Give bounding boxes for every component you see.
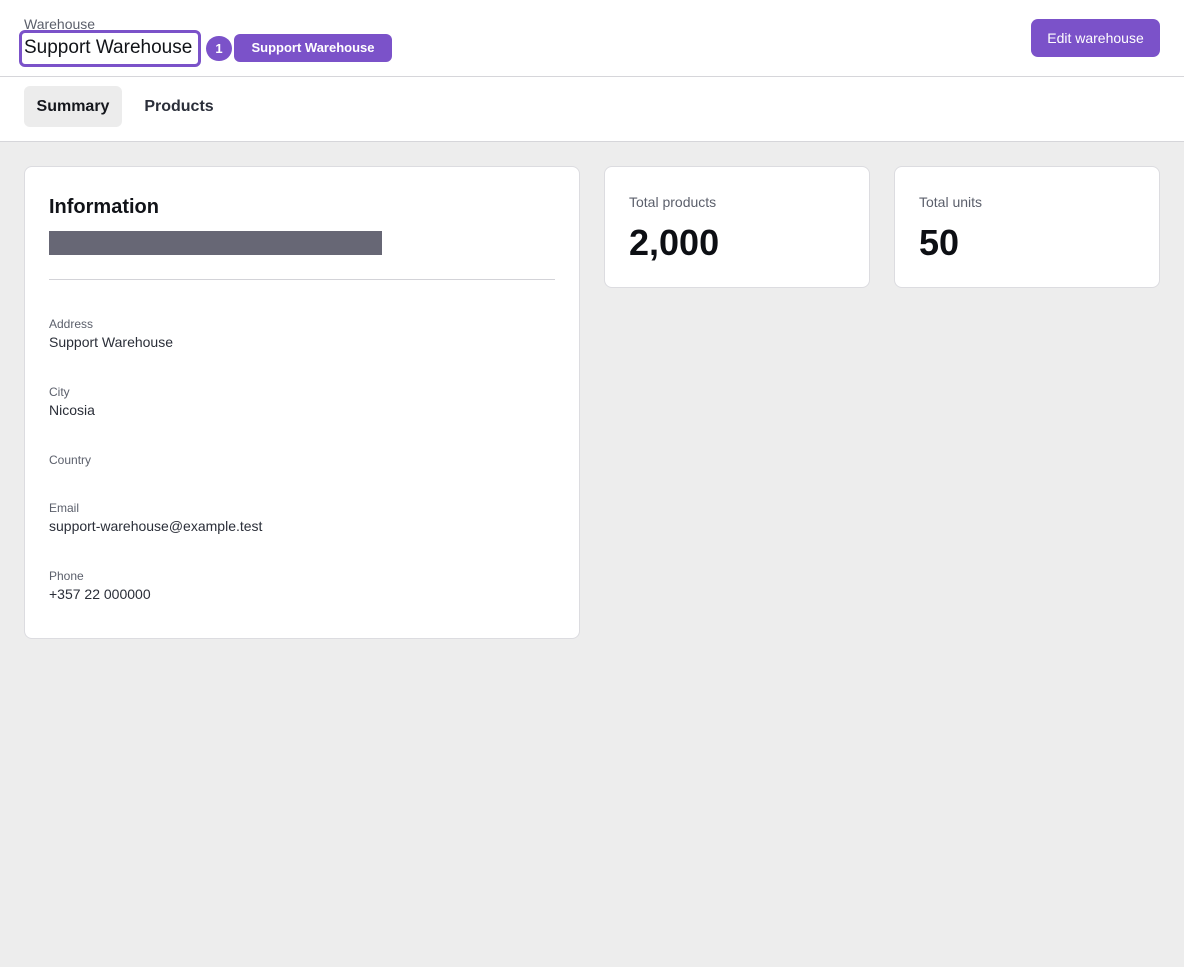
total-units-label: Total units	[919, 194, 983, 210]
redacted-block	[49, 231, 382, 255]
page-header: Warehouse Support Warehouse 1 Support Wa…	[0, 0, 1184, 77]
address-label: Address	[49, 317, 94, 331]
total-products-label: Total products	[629, 194, 717, 210]
warehouse-name-tag: Support Warehouse	[234, 34, 392, 62]
total-products-card: Total products 2,000	[604, 166, 870, 288]
city-label: City	[49, 385, 70, 399]
phone-label: Phone	[49, 569, 84, 583]
email-label: Email	[49, 501, 80, 515]
edit-warehouse-button[interactable]: Edit warehouse	[1031, 19, 1160, 57]
page-title: Support Warehouse	[24, 37, 193, 58]
information-title: Information	[49, 196, 159, 218]
phone-value: +357 22 000000	[49, 586, 151, 602]
city-value: Nicosia	[49, 402, 95, 418]
total-products-value: 2,000	[629, 222, 720, 263]
total-units-value: 50	[919, 222, 960, 263]
tab-products[interactable]: Products	[132, 86, 226, 127]
total-units-card: Total units 50	[894, 166, 1160, 288]
divider	[49, 279, 555, 280]
annotation-number-badge: 1	[206, 36, 232, 61]
tab-summary[interactable]: Summary	[24, 86, 122, 127]
country-label: Country	[49, 453, 92, 467]
address-value: Support Warehouse	[49, 334, 173, 350]
email-value: support-warehouse@example.test	[49, 518, 263, 534]
tab-bar: Summary Products	[0, 77, 1184, 142]
information-card: Information Address Support Warehouse Ci…	[24, 166, 580, 639]
